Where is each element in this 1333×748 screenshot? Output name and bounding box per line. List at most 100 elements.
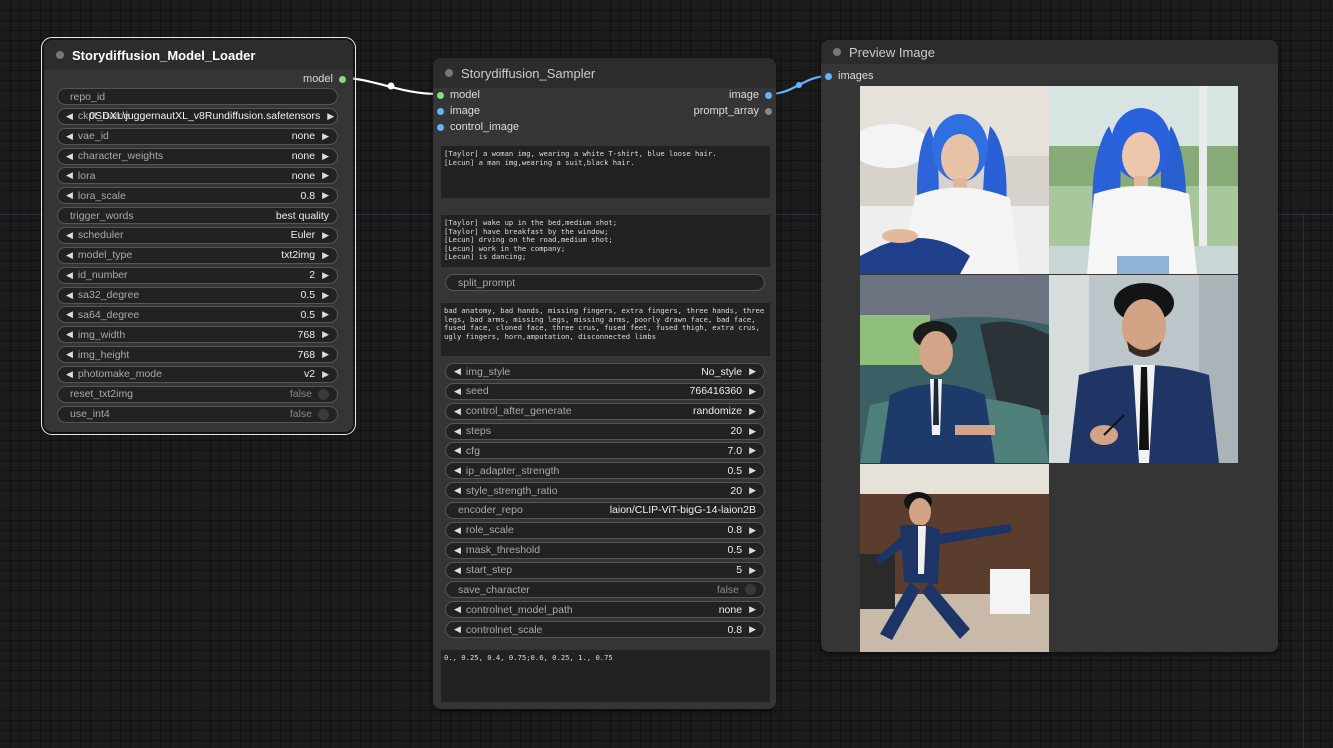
decrement-arrow-icon[interactable]: ◀ — [454, 604, 461, 615]
loader-img-height-widget[interactable]: ◀ img_height 768 ▶ — [57, 346, 338, 364]
increment-arrow-icon[interactable]: ▶ — [322, 230, 329, 241]
sampler-input-image[interactable]: image — [437, 104, 480, 118]
loader-use-int4-widget[interactable]: use_int4 false — [57, 405, 338, 423]
loader-output-model[interactable]: model — [303, 72, 346, 86]
sampler-input-control-image[interactable]: control_image — [437, 120, 519, 134]
preview-image-lecun-car[interactable] — [860, 275, 1049, 463]
sampler-node[interactable]: Storydiffusion_Sampler model image contr… — [433, 58, 776, 709]
loader-id-number-widget[interactable]: ◀ id_number 2 ▶ — [57, 266, 338, 284]
increment-arrow-icon[interactable]: ▶ — [749, 366, 756, 377]
model-input-pin-icon[interactable] — [437, 91, 444, 99]
increment-arrow-icon[interactable]: ▶ — [749, 624, 756, 635]
increment-arrow-icon[interactable]: ▶ — [327, 111, 334, 122]
decrement-arrow-icon[interactable]: ◀ — [66, 170, 73, 181]
negative-prompt-textarea[interactable]: bad anatomy, bad hands, missing fingers,… — [441, 303, 770, 356]
decrement-arrow-icon[interactable]: ◀ — [66, 329, 73, 340]
decrement-arrow-icon[interactable]: ◀ — [66, 290, 73, 301]
decrement-arrow-icon[interactable]: ◀ — [454, 366, 461, 377]
preview-image-taylor-bed[interactable] — [860, 86, 1049, 274]
increment-arrow-icon[interactable]: ▶ — [322, 270, 329, 281]
increment-arrow-icon[interactable]: ▶ — [322, 151, 329, 162]
sampler-img-style-widget[interactable]: ◀ img_style No_style ▶ — [445, 363, 765, 380]
increment-arrow-icon[interactable]: ▶ — [322, 170, 329, 181]
increment-arrow-icon[interactable]: ▶ — [749, 426, 756, 437]
preview-image-lecun-office[interactable] — [1049, 275, 1238, 463]
sampler-save-character-widget[interactable]: save_character false — [445, 581, 765, 599]
model-loader-node[interactable]: Storydiffusion_Model_Loader model repo_i… — [41, 37, 356, 435]
increment-arrow-icon[interactable]: ▶ — [322, 250, 329, 261]
decrement-arrow-icon[interactable]: ◀ — [454, 565, 461, 576]
sampler-role-scale-widget[interactable]: ◀ role_scale 0.8 ▶ — [445, 521, 765, 539]
increment-arrow-icon[interactable]: ▶ — [749, 445, 756, 456]
preview-header[interactable]: Preview Image — [821, 40, 1278, 64]
loader-model-type-widget[interactable]: ◀ model_type txt2img ▶ — [57, 246, 338, 264]
sampler-control-after-generate-widget[interactable]: ◀ control_after_generate randomize ▶ — [445, 402, 765, 420]
increment-arrow-icon[interactable]: ▶ — [749, 386, 756, 397]
increment-arrow-icon[interactable]: ▶ — [322, 309, 329, 320]
loader-lora-widget[interactable]: ◀ lora none ▶ — [57, 167, 338, 185]
loader-vae-id-widget[interactable]: ◀ vae_id none ▶ — [57, 127, 338, 145]
increment-arrow-icon[interactable]: ▶ — [749, 565, 756, 576]
decrement-arrow-icon[interactable]: ◀ — [66, 349, 73, 360]
sampler-cfg-widget[interactable]: ◀ cfg 7.0 ▶ — [445, 442, 765, 460]
loader-scheduler-widget[interactable]: ◀ scheduler Euler ▶ — [57, 226, 338, 244]
collapse-dot-icon[interactable] — [56, 51, 64, 59]
loader-lora-scale-widget[interactable]: ◀ lora_scale 0.8 ▶ — [57, 187, 338, 205]
decrement-arrow-icon[interactable]: ◀ — [66, 230, 73, 241]
sampler-style-strength-ratio-widget[interactable]: ◀ style_strength_ratio 20 ▶ — [445, 482, 765, 500]
model-loader-header[interactable]: Storydiffusion_Model_Loader — [44, 40, 353, 70]
sampler-mask-threshold-widget[interactable]: ◀ mask_threshold 0.5 ▶ — [445, 541, 765, 559]
decrement-arrow-icon[interactable]: ◀ — [66, 131, 73, 142]
decrement-arrow-icon[interactable]: ◀ — [454, 426, 461, 437]
increment-arrow-icon[interactable]: ▶ — [322, 329, 329, 340]
loader-sa64-degree-widget[interactable]: ◀ sa64_degree 0.5 ▶ — [57, 306, 338, 324]
decrement-arrow-icon[interactable]: ◀ — [66, 190, 73, 201]
loader-trigger-words-widget[interactable]: trigger_words best quality — [57, 207, 338, 225]
loader-repo-id-widget[interactable]: repo_id — [57, 88, 338, 105]
sampler-steps-widget[interactable]: ◀ steps 20 ▶ — [445, 422, 765, 440]
sampler-header[interactable]: Storydiffusion_Sampler — [433, 58, 776, 88]
image-output-pin-icon[interactable] — [765, 91, 772, 99]
increment-arrow-icon[interactable]: ▶ — [749, 406, 756, 417]
layout-textarea[interactable]: 0., 0.25, 0.4, 0.75;0.6, 0.25, 1., 0.75 — [441, 650, 770, 702]
sampler-output-image[interactable]: image — [729, 88, 772, 102]
preview-image-node[interactable]: Preview Image images — [821, 40, 1278, 652]
loader-ckpt-name-widget[interactable]: ◀ ckpt_name 0SDXL\juggernautXL_v8Rundiffus… — [57, 107, 338, 125]
decrement-arrow-icon[interactable]: ◀ — [454, 624, 461, 635]
increment-arrow-icon[interactable]: ▶ — [322, 131, 329, 142]
sampler-encoder-repo-widget[interactable]: encoder_repo laion/CLIP-ViT-bigG-14-laion… — [445, 501, 765, 519]
sampler-start-step-widget[interactable]: ◀ start_step 5 ▶ — [445, 561, 765, 579]
increment-arrow-icon[interactable]: ▶ — [749, 604, 756, 615]
sampler-input-model[interactable]: model — [437, 88, 480, 102]
increment-arrow-icon[interactable]: ▶ — [322, 369, 329, 380]
decrement-arrow-icon[interactable]: ◀ — [66, 369, 73, 380]
decrement-arrow-icon[interactable]: ◀ — [454, 545, 461, 556]
increment-arrow-icon[interactable]: ▶ — [749, 465, 756, 476]
loader-character-weights-widget[interactable]: ◀ character_weights none ▶ — [57, 147, 338, 165]
sampler-seed-widget[interactable]: ◀ seed 766416360 ▶ — [445, 382, 765, 400]
loader-sa32-degree-widget[interactable]: ◀ sa32_degree 0.5 ▶ — [57, 286, 338, 304]
increment-arrow-icon[interactable]: ▶ — [322, 349, 329, 360]
decrement-arrow-icon[interactable]: ◀ — [454, 525, 461, 536]
toggle-switch-icon[interactable] — [318, 408, 329, 420]
character-prompt-textarea[interactable]: [Taylor] a woman img, wearing a white T-… — [441, 146, 770, 198]
image-input-pin-icon[interactable] — [437, 107, 444, 115]
decrement-arrow-icon[interactable]: ◀ — [454, 406, 461, 417]
scene-prompt-textarea[interactable]: [Taylor] wake up in the bed,medium shot;… — [441, 215, 770, 267]
toggle-switch-icon[interactable] — [318, 388, 329, 400]
loader-img-width-widget[interactable]: ◀ img_width 768 ▶ — [57, 326, 338, 344]
decrement-arrow-icon[interactable]: ◀ — [454, 445, 461, 456]
images-input-pin-icon[interactable] — [825, 72, 832, 80]
increment-arrow-icon[interactable]: ▶ — [749, 545, 756, 556]
loader-photomake-mode-widget[interactable]: ◀ photomake_mode v2 ▶ — [57, 365, 338, 383]
preview-image-lecun-dancing[interactable] — [860, 464, 1049, 652]
preview-input-images[interactable]: images — [825, 69, 873, 83]
model-output-pin-icon[interactable] — [339, 75, 346, 83]
increment-arrow-icon[interactable]: ▶ — [322, 290, 329, 301]
sampler-output-prompt-array[interactable]: prompt_array — [694, 104, 772, 118]
decrement-arrow-icon[interactable]: ◀ — [66, 309, 73, 320]
split-prompt-button[interactable]: split_prompt — [445, 274, 765, 291]
increment-arrow-icon[interactable]: ▶ — [322, 190, 329, 201]
loader-reset-txt2img-widget[interactable]: reset_txt2img false — [57, 385, 338, 403]
sampler-controlnet-model-path-widget[interactable]: ◀ controlnet_model_path none ▶ — [445, 601, 765, 619]
